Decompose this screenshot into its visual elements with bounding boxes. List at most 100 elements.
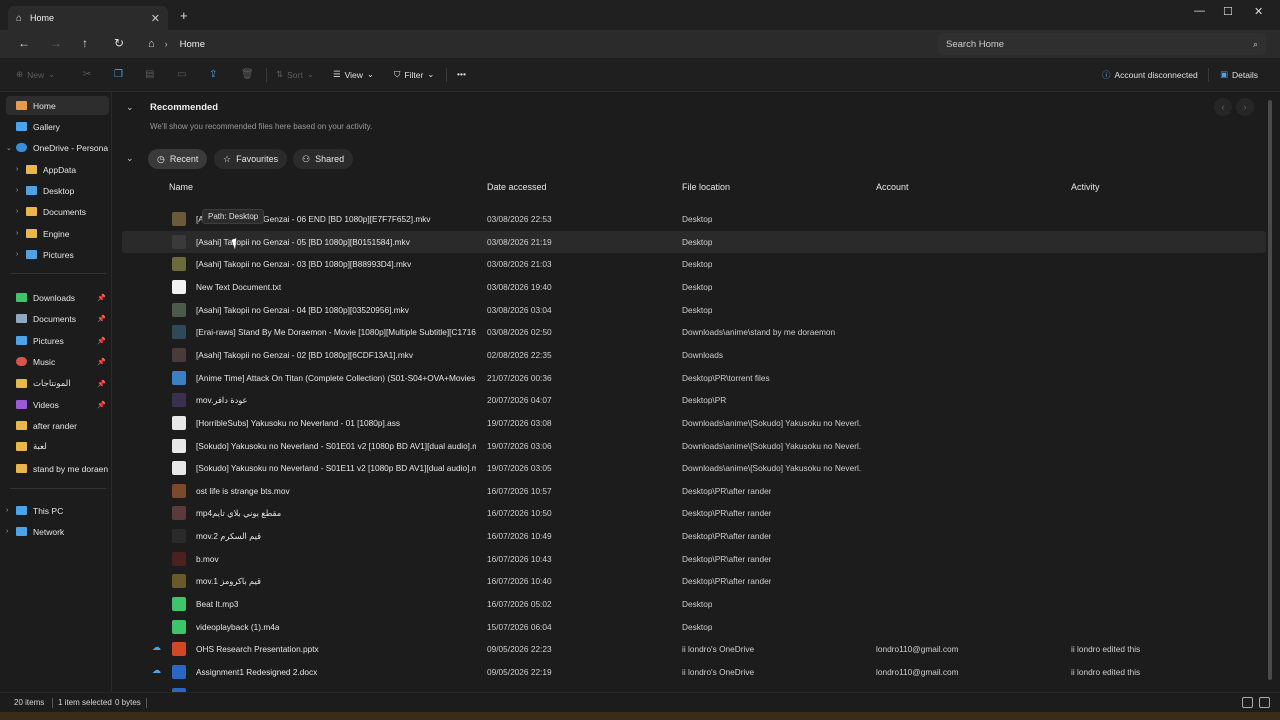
view-button[interactable]: ☰ View ⌄: [333, 69, 374, 80]
column-header-activity[interactable]: Activity: [1071, 182, 1100, 192]
chevron-right-icon[interactable]: ›: [16, 208, 26, 215]
table-row[interactable]: New Text Document.txt 03/08/2026 19:40 Des…: [122, 276, 1266, 298]
sidebar-item-after-render[interactable]: after rander: [6, 416, 109, 435]
column-header-date[interactable]: Date accessed: [487, 182, 547, 192]
details-button[interactable]: ▣ Details: [1220, 69, 1258, 80]
sidebar-item-appdata[interactable]: › AppData: [16, 160, 109, 179]
tab-home[interactable]: ⌂ Home ✕: [8, 6, 168, 30]
table-row[interactable]: videoplayback (1).m4a 15/07/2026 06:04 Des…: [122, 616, 1266, 638]
details-view-icon[interactable]: [1242, 697, 1253, 708]
chevron-down-icon[interactable]: ⌄: [6, 144, 16, 152]
sort-button[interactable]: ⇅ Sort ⌄: [276, 69, 314, 80]
sidebar-item-pictures-quick[interactable]: Pictures 📌: [6, 331, 109, 350]
table-row[interactable]: [Asahi] Takopii no Genzai - 04 [BD 1080p…: [122, 299, 1266, 321]
chevron-right-icon[interactable]: ›: [6, 507, 16, 514]
column-header-name[interactable]: Name: [169, 182, 193, 192]
table-row[interactable]: mov.1 قيم باكرومز 16/07/2026 10:40 Desktop…: [122, 570, 1266, 592]
back-icon[interactable]: ←: [18, 36, 30, 50]
sidebar-item-home[interactable]: Home: [6, 96, 109, 115]
table-row[interactable]: [Asahi] Takopii no Genzai - 02 [BD 1080p…: [122, 344, 1266, 366]
sidebar-item-desktop[interactable]: › Desktop: [16, 181, 109, 200]
table-row[interactable]: mov.2 قيم السكرم 16/07/2026 10:49 Desktop\…: [122, 525, 1266, 547]
new-tab-button[interactable]: +: [180, 8, 188, 23]
carousel-prev-icon[interactable]: ‹: [1214, 98, 1232, 116]
chevron-right-icon[interactable]: ›: [16, 251, 26, 258]
table-row[interactable]: [Asahi] Takopii no Genzai - 05 [BD 1080p…: [122, 230, 1266, 253]
chevron-right-icon[interactable]: ›: [16, 166, 26, 173]
close-window-button[interactable]: ✕: [1254, 5, 1263, 18]
pin-icon[interactable]: 📌: [97, 315, 106, 323]
collapse-recommended-icon[interactable]: ⌄: [126, 102, 134, 113]
vertical-scrollbar[interactable]: [1268, 100, 1272, 680]
file-thumbnail-icon: [172, 529, 186, 544]
sidebar-item-montages[interactable]: المونتاجات 📌: [6, 374, 109, 393]
more-options-icon[interactable]: •••: [457, 69, 466, 79]
file-location-cell: Downloads\anime\[Sokudo] Yakusoku no Nev…: [682, 463, 862, 474]
new-button[interactable]: ⊕ New ⌄: [16, 69, 55, 80]
delete-icon[interactable]: 🗑: [241, 69, 254, 80]
table-row[interactable]: b.mov 16/07/2026 10:43 Desktop\PR\after ra…: [122, 548, 1266, 570]
chevron-right-icon[interactable]: ›: [16, 187, 26, 194]
breadcrumb-chevron-icon[interactable]: ›: [165, 39, 168, 49]
chevron-right-icon[interactable]: ›: [16, 230, 26, 237]
search-icon[interactable]: ⌕: [1253, 39, 1258, 50]
sidebar-item-music[interactable]: Music 📌: [6, 352, 109, 371]
refresh-icon[interactable]: ↻: [114, 36, 124, 50]
table-row[interactable]: [Erai-raws] Stand By Me Doraemon - Movie…: [122, 321, 1266, 343]
search-input[interactable]: Search Home ⌕: [938, 33, 1266, 55]
up-icon[interactable]: ↑: [82, 36, 88, 50]
table-row[interactable]: ost life is strange bts.mov 16/07/2026 10…: [122, 480, 1266, 502]
sidebar-item-stand-by-me[interactable]: stand by me doraen: [6, 459, 109, 478]
sidebar-item-downloads[interactable]: Downloads 📌: [6, 288, 109, 307]
close-tab-icon[interactable]: ✕: [151, 12, 160, 25]
minimize-button[interactable]: —: [1194, 5, 1205, 17]
chevron-right-icon[interactable]: ›: [6, 528, 16, 535]
table-row[interactable]: Beat It.mp3 16/07/2026 05:02 Desktop: [122, 593, 1266, 615]
tiles-view-icon[interactable]: [1259, 697, 1270, 708]
pin-icon[interactable]: 📌: [97, 358, 106, 366]
pin-icon[interactable]: 📌: [97, 401, 106, 409]
sidebar-item-game[interactable]: لعبة: [6, 437, 109, 456]
rename-icon[interactable]: ▭: [177, 69, 186, 80]
copy-icon[interactable]: ❐: [114, 69, 123, 80]
share-icon[interactable]: ⇪: [209, 69, 217, 80]
sidebar-item-engine[interactable]: › Engine: [16, 224, 109, 243]
sidebar-item-this-pc[interactable]: › This PC: [6, 501, 109, 520]
column-header-location[interactable]: File location: [682, 182, 730, 192]
forward-icon[interactable]: →: [50, 36, 62, 50]
table-row[interactable]: [Anime Time] Attack On Titan (Complete C…: [122, 367, 1266, 389]
cut-icon[interactable]: ✂: [83, 69, 91, 80]
sidebar-divider: [10, 488, 106, 489]
sidebar-item-onedrive[interactable]: ⌄ OneDrive - Persona: [6, 138, 109, 157]
pin-icon[interactable]: 📌: [97, 337, 106, 345]
carousel-next-icon[interactable]: ›: [1236, 98, 1254, 116]
pin-icon[interactable]: 📌: [97, 294, 106, 302]
sidebar-item-documents[interactable]: › Documents: [16, 202, 109, 221]
sidebar-item-videos[interactable]: Videos 📌: [6, 395, 109, 414]
tab-favourites[interactable]: ☆ Favourites: [214, 149, 288, 169]
pin-icon[interactable]: 📌: [97, 380, 106, 388]
sidebar-item-network[interactable]: › Network: [6, 522, 109, 541]
table-row[interactable]: [HorribleSubs] Yakusoku no Neverland - 0…: [122, 412, 1266, 434]
table-row[interactable]: [Asahi] Takopii no Genzai - 03 [BD 1080p…: [122, 253, 1266, 275]
table-row[interactable]: ☁ OHS Research Presentation.pptx 09/05/202…: [122, 638, 1266, 660]
column-header-account[interactable]: Account: [876, 182, 909, 192]
sidebar-item-documents-quick[interactable]: Documents 📌: [6, 309, 109, 328]
breadcrumb-home[interactable]: Home: [180, 39, 205, 50]
table-row[interactable]: [Sokudo] Yakusoku no Neverland - S01E11 …: [122, 457, 1266, 479]
maximize-button[interactable]: ☐: [1223, 5, 1233, 18]
sidebar-item-gallery[interactable]: Gallery: [6, 117, 109, 136]
account-status[interactable]: ⓘ Account disconnected: [1102, 69, 1198, 81]
table-row[interactable]: [Sokudo] Yakusoku no Neverland - S01E01 …: [122, 435, 1266, 457]
tab-shared[interactable]: ⚇ Shared: [293, 149, 354, 169]
tab-recent[interactable]: ◷ Recent: [148, 149, 208, 169]
paste-icon[interactable]: ▤: [145, 69, 154, 80]
table-row[interactable]: mp4مقطع بوني بلاي تايم 16/07/2026 10:50 De…: [122, 502, 1266, 524]
filter-button[interactable]: ⛉ Filter ⌄: [394, 69, 434, 80]
table-row[interactable]: [Asahi] Takopii no Genzai - 06 END [BD 1…: [122, 208, 1266, 230]
address-bar[interactable]: ⌂ › Home: [140, 33, 930, 55]
table-row[interactable]: ☁ Assignment1 Redesigned 2.docx 09/05/2026…: [122, 661, 1266, 683]
sidebar-item-pictures[interactable]: › Pictures: [16, 245, 109, 264]
collapse-recent-icon[interactable]: ⌄: [126, 153, 134, 164]
table-row[interactable]: mov.عودة دافر 20/07/2026 04:07 Desktop\PR: [122, 389, 1266, 411]
